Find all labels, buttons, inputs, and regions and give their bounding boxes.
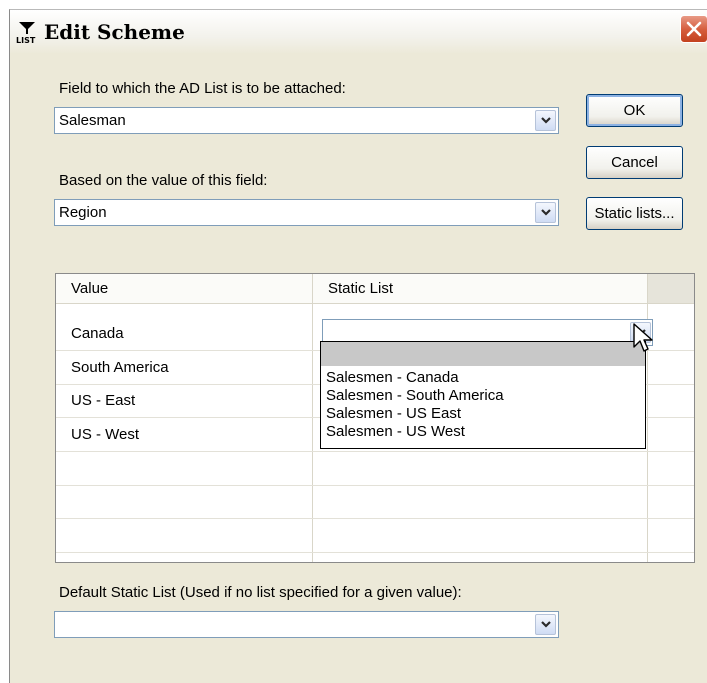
row-separator (56, 451, 694, 452)
grid-cell-value[interactable]: US - East (71, 392, 135, 409)
dropdown-option[interactable]: Salesmen - US West (326, 423, 465, 440)
static-lists-button[interactable]: Static lists... (586, 197, 683, 230)
list-icon: LIST (15, 20, 39, 45)
cancel-button[interactable]: Cancel (586, 146, 683, 179)
column-header-value[interactable]: Value (56, 274, 312, 304)
row-separator (56, 518, 694, 519)
based-label: Based on the value of this field: (59, 172, 268, 189)
static-list-dropdown[interactable]: Salesmen - Canada Salesmen - South Ameri… (320, 341, 646, 449)
field-label: Field to which the AD List is to be atta… (59, 80, 346, 97)
field-value: Salesman (59, 112, 126, 129)
chevron-down-icon (541, 621, 551, 628)
column-header-blank (647, 274, 694, 304)
chevron-down-icon (541, 117, 551, 124)
default-label: Default Static List (Used if no list spe… (59, 584, 462, 601)
column-header-static-list[interactable]: Static List (312, 274, 647, 304)
based-combobox[interactable]: Region (54, 199, 559, 226)
based-value: Region (59, 204, 107, 221)
title-bar[interactable]: LIST Edit Scheme (10, 10, 707, 54)
field-dropdown-button[interactable] (535, 110, 556, 131)
row-separator (56, 485, 694, 486)
grid-cell-value[interactable]: South America (71, 359, 169, 376)
based-dropdown-button[interactable] (535, 202, 556, 223)
default-static-list-combobox[interactable] (54, 611, 559, 638)
grid-divider (647, 274, 648, 562)
grid-cell-value[interactable]: US - West (71, 426, 139, 443)
field-combobox[interactable]: Salesman (54, 107, 559, 134)
svg-text:LIST: LIST (16, 36, 36, 44)
row-separator (56, 552, 694, 553)
dropdown-option[interactable]: Salesmen - US East (326, 405, 461, 422)
dropdown-option[interactable]: Salesmen - Canada (326, 369, 459, 386)
mouse-pointer-icon (633, 323, 655, 360)
ok-button[interactable]: OK (586, 94, 683, 127)
grid-divider (312, 274, 313, 562)
dialog-title: Edit Scheme (44, 20, 185, 44)
close-button[interactable] (680, 15, 707, 43)
default-dropdown-button[interactable] (535, 614, 556, 635)
chevron-down-icon (541, 209, 551, 216)
dropdown-option[interactable]: Salesmen - South America (326, 387, 504, 404)
dropdown-blank-option[interactable] (321, 342, 645, 366)
grid-cell-value[interactable]: Canada (71, 325, 124, 342)
